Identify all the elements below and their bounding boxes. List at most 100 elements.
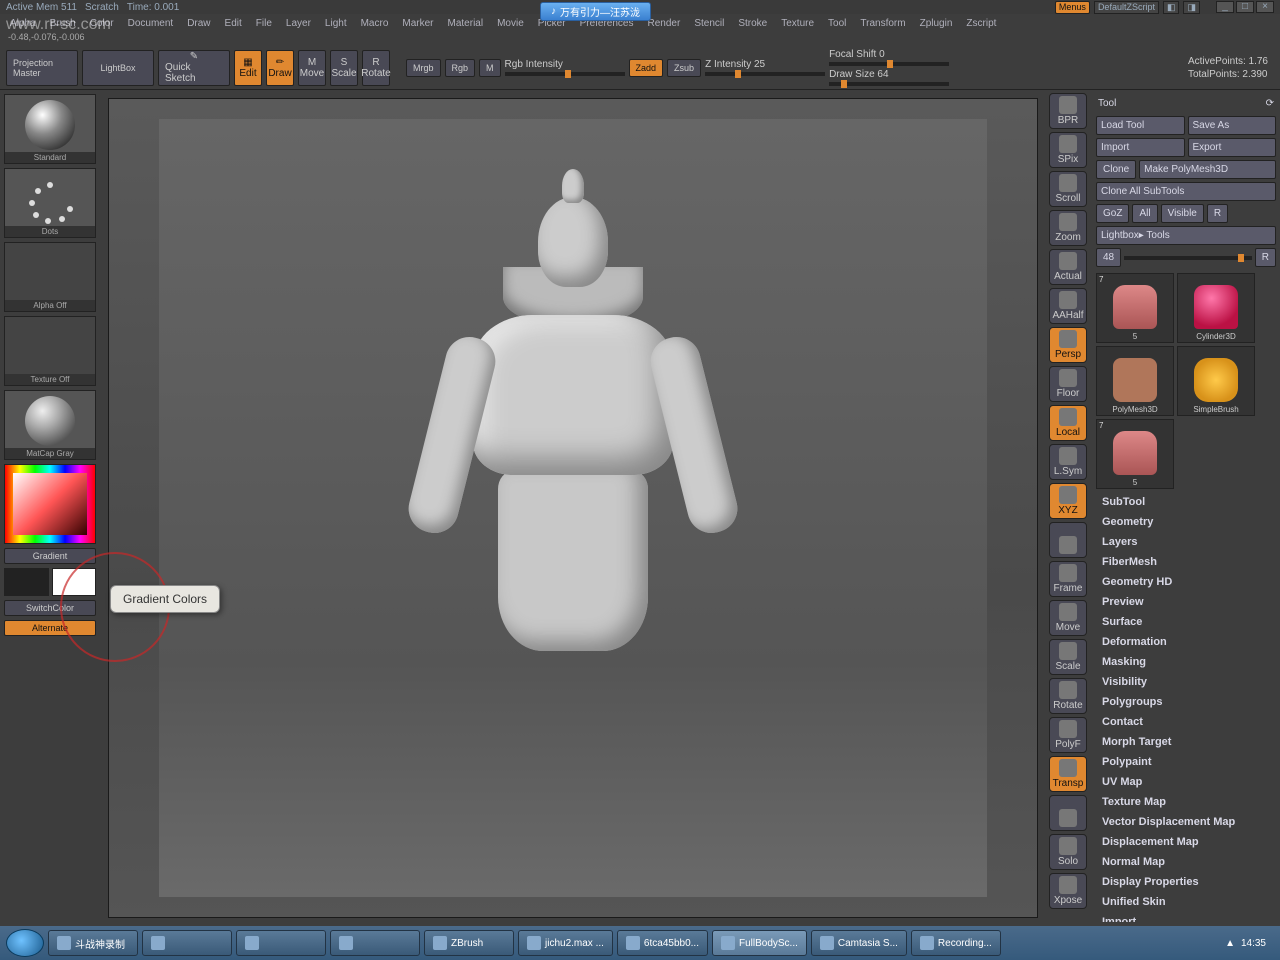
side-Floor[interactable]: Floor bbox=[1049, 366, 1087, 402]
tool-thumb-4[interactable]: 75 bbox=[1096, 419, 1174, 489]
taskbar-item-4[interactable]: ZBrush bbox=[424, 930, 514, 956]
projection-master-button[interactable]: Projection Master bbox=[6, 50, 78, 86]
section-subtool[interactable]: SubTool bbox=[1096, 492, 1276, 512]
texture-thumbnail[interactable]: Texture Off bbox=[4, 316, 96, 386]
section-vector-displacement-map[interactable]: Vector Displacement Map bbox=[1096, 812, 1276, 832]
alternate-button[interactable]: Alternate bbox=[4, 620, 96, 636]
section-displacement-map[interactable]: Displacement Map bbox=[1096, 832, 1276, 852]
menu-edit[interactable]: Edit bbox=[221, 18, 246, 29]
taskbar-item-6[interactable]: 6tca45bb0... bbox=[617, 930, 708, 956]
start-button[interactable] bbox=[6, 929, 44, 957]
quick-sketch-button[interactable]: ✎Quick Sketch bbox=[158, 50, 230, 86]
menu-material[interactable]: Material bbox=[444, 18, 488, 29]
section-normal-map[interactable]: Normal Map bbox=[1096, 852, 1276, 872]
menu-marker[interactable]: Marker bbox=[398, 18, 437, 29]
section-deformation[interactable]: Deformation bbox=[1096, 632, 1276, 652]
taskbar-item-0[interactable]: 斗战神录制 bbox=[48, 930, 138, 956]
goz-visible-button[interactable]: Visible bbox=[1161, 204, 1204, 223]
taskbar-item-7[interactable]: FullBodySc... bbox=[712, 930, 807, 956]
thumb-r-button[interactable]: R bbox=[1255, 248, 1276, 267]
draw-size-slider[interactable]: Draw Size 64 bbox=[829, 69, 949, 86]
section-import[interactable]: Import bbox=[1096, 912, 1276, 922]
lightbox-tools-button[interactable]: Lightbox▸ Tools bbox=[1096, 226, 1276, 245]
menu-zplugin[interactable]: Zplugin bbox=[916, 18, 957, 29]
side-Zoom[interactable]: Zoom bbox=[1049, 210, 1087, 246]
menu-light[interactable]: Light bbox=[321, 18, 351, 29]
section-visibility[interactable]: Visibility bbox=[1096, 672, 1276, 692]
menu-stroke[interactable]: Stroke bbox=[734, 18, 771, 29]
layout-icon-1[interactable]: ◧ bbox=[1163, 1, 1180, 14]
minimize-button[interactable]: _ bbox=[1216, 1, 1234, 13]
menu-layer[interactable]: Layer bbox=[282, 18, 315, 29]
side-Scale[interactable]: Scale bbox=[1049, 639, 1087, 675]
draw-button[interactable]: ✏Draw bbox=[266, 50, 294, 86]
rgb-intensity-slider[interactable]: Rgb Intensity bbox=[505, 59, 625, 76]
tray-icon[interactable]: ▲ bbox=[1225, 938, 1235, 949]
section-geometry[interactable]: Geometry bbox=[1096, 512, 1276, 532]
make-polymesh-button[interactable]: Make PolyMesh3D bbox=[1139, 160, 1276, 179]
section-masking[interactable]: Masking bbox=[1096, 652, 1276, 672]
goz-all-button[interactable]: All bbox=[1132, 204, 1157, 223]
side-Rotate[interactable]: Rotate bbox=[1049, 678, 1087, 714]
menu-alpha[interactable]: Alpha bbox=[6, 18, 40, 29]
tool-thumb-2[interactable]: PolyMesh3D bbox=[1096, 346, 1174, 416]
material-thumbnail[interactable]: MatCap Gray bbox=[4, 390, 96, 460]
lightbox-button[interactable]: LightBox bbox=[82, 50, 154, 86]
import-button[interactable]: Import bbox=[1096, 138, 1185, 157]
menu-brush[interactable]: Brush bbox=[46, 18, 80, 29]
side-Actual[interactable]: Actual bbox=[1049, 249, 1087, 285]
side-Local[interactable]: Local bbox=[1049, 405, 1087, 441]
stroke-thumbnail[interactable]: Dots bbox=[4, 168, 96, 238]
maximize-button[interactable]: □ bbox=[1236, 1, 1254, 13]
mrgb-button[interactable]: Mrgb bbox=[406, 59, 441, 77]
section-polypaint[interactable]: Polypaint bbox=[1096, 752, 1276, 772]
taskbar-item-1[interactable] bbox=[142, 930, 232, 956]
section-layers[interactable]: Layers bbox=[1096, 532, 1276, 552]
side-Scroll[interactable]: Scroll bbox=[1049, 171, 1087, 207]
side-PolyF[interactable]: PolyF bbox=[1049, 717, 1087, 753]
side-Solo[interactable]: Solo bbox=[1049, 834, 1087, 870]
side-Frame[interactable]: Frame bbox=[1049, 561, 1087, 597]
save-as-button[interactable]: Save As bbox=[1188, 116, 1277, 135]
viewport[interactable] bbox=[108, 98, 1038, 918]
side-tool-18[interactable] bbox=[1049, 795, 1087, 831]
menu-macro[interactable]: Macro bbox=[357, 18, 393, 29]
side-Persp[interactable]: Persp bbox=[1049, 327, 1087, 363]
menu-zscript[interactable]: Zscript bbox=[962, 18, 1000, 29]
taskbar-item-2[interactable] bbox=[236, 930, 326, 956]
taskbar-item-5[interactable]: jichu2.max ... bbox=[518, 930, 613, 956]
switch-color-button[interactable]: SwitchColor bbox=[4, 600, 96, 616]
layout-icon-2[interactable]: ◨ bbox=[1183, 1, 1200, 14]
side-SPix[interactable]: SPix bbox=[1049, 132, 1087, 168]
menu-color[interactable]: Color bbox=[86, 18, 118, 29]
goz-button[interactable]: GoZ bbox=[1096, 204, 1129, 223]
side-Move[interactable]: Move bbox=[1049, 600, 1087, 636]
side-L.Sym[interactable]: L.Sym bbox=[1049, 444, 1087, 480]
zsub-button[interactable]: Zsub bbox=[667, 59, 701, 77]
tool-thumb-3[interactable]: SimpleBrush bbox=[1177, 346, 1255, 416]
side-Xpose[interactable]: Xpose bbox=[1049, 873, 1087, 909]
export-button[interactable]: Export bbox=[1188, 138, 1277, 157]
panel-refresh-icon[interactable]: ⟳ bbox=[1266, 98, 1274, 109]
menu-document[interactable]: Document bbox=[124, 18, 178, 29]
menu-transform[interactable]: Transform bbox=[856, 18, 909, 29]
section-morph-target[interactable]: Morph Target bbox=[1096, 732, 1276, 752]
color-swatches[interactable] bbox=[4, 568, 96, 596]
section-uv-map[interactable]: UV Map bbox=[1096, 772, 1276, 792]
brush-thumbnail[interactable]: Standard bbox=[4, 94, 96, 164]
section-polygroups[interactable]: Polygroups bbox=[1096, 692, 1276, 712]
section-fibermesh[interactable]: FiberMesh bbox=[1096, 552, 1276, 572]
section-geometry-hd[interactable]: Geometry HD bbox=[1096, 572, 1276, 592]
rotate-button[interactable]: RRotate bbox=[362, 50, 390, 86]
section-surface[interactable]: Surface bbox=[1096, 612, 1276, 632]
section-texture-map[interactable]: Texture Map bbox=[1096, 792, 1276, 812]
taskbar-item-8[interactable]: Camtasia S... bbox=[811, 930, 907, 956]
section-contact[interactable]: Contact bbox=[1096, 712, 1276, 732]
gradient-button[interactable]: Gradient bbox=[4, 548, 96, 564]
menu-texture[interactable]: Texture bbox=[777, 18, 818, 29]
system-tray[interactable]: ▲ 14:35 bbox=[1217, 938, 1274, 949]
default-zscript[interactable]: DefaultZScript bbox=[1094, 1, 1159, 14]
move-button[interactable]: MMove bbox=[298, 50, 326, 86]
m-button[interactable]: M bbox=[479, 59, 501, 77]
menu-file[interactable]: File bbox=[252, 18, 276, 29]
